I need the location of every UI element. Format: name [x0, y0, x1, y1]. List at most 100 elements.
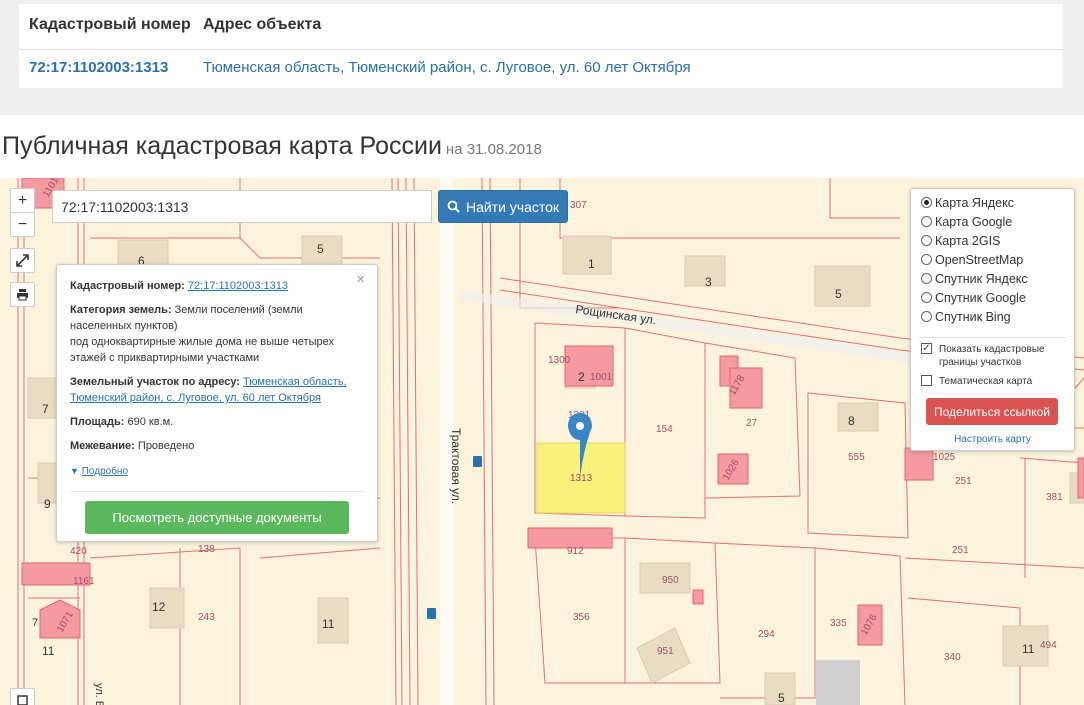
- layer-option-label: Спутник Google: [935, 290, 1026, 305]
- label-parcel-243: 243: [198, 612, 215, 623]
- layer-option-osm[interactable]: OpenStreetMap: [921, 251, 1023, 268]
- cadastral-map[interactable]: Рощинская ул. Трактовая ул. ул. Б 1 3 5 …: [0, 178, 1084, 705]
- label-parcel-1313: 1313: [570, 473, 593, 484]
- label-parcel-494: 494: [1040, 640, 1057, 651]
- label-house-2: 2: [578, 370, 585, 384]
- label-parcel-251a: 251: [955, 476, 972, 487]
- layer-option-2gis-map[interactable]: Карта 2GIS: [921, 232, 1000, 249]
- cadastral-search-input[interactable]: [52, 190, 432, 223]
- header-address: Адрес объекта: [203, 16, 322, 33]
- popup-address: Земельный участок по адресу: Тюменская о…: [70, 374, 365, 406]
- layer-option-google-satellite[interactable]: Спутник Google: [921, 289, 1026, 306]
- expand-icon: [16, 254, 29, 267]
- label-street-bottom: ул. Б: [93, 683, 105, 705]
- popup-more-link[interactable]: ▼ Подробно: [70, 463, 365, 480]
- print-button[interactable]: [10, 282, 35, 307]
- label-house-3: 3: [705, 275, 712, 289]
- find-parcel-button[interactable]: Найти участок: [438, 190, 568, 223]
- layer-option-label: Спутник Яндекс: [935, 271, 1028, 286]
- radio-selected-icon: [921, 197, 932, 208]
- header-cadastral-number: Кадастровый номер: [29, 16, 191, 33]
- label-parcel-154: 154: [656, 424, 673, 435]
- label-house-1: 1: [588, 257, 595, 271]
- page-title-text: Публичная кадастровая карта России: [2, 132, 442, 160]
- label-parcel-951: 951: [657, 646, 674, 657]
- configure-map-link[interactable]: Настроить карту: [911, 434, 1074, 445]
- checkbox-checked-icon: ✓: [921, 343, 932, 354]
- result-address-link[interactable]: Тюменская область, Тюменский район, с. Л…: [203, 59, 691, 76]
- radio-icon: [921, 292, 932, 303]
- printer-icon: [17, 289, 28, 301]
- label-parcel-138: 138: [198, 544, 215, 555]
- search-icon: [447, 200, 460, 213]
- map-layers-panel: Карта Яндекс Карта Google Карта 2GIS Ope…: [910, 188, 1075, 451]
- parcel-info-popup: × Кадастровый номер: 72:17:1102003:1313 …: [56, 264, 378, 542]
- radio-icon: [921, 311, 932, 322]
- label-house-7a: 7: [42, 402, 49, 416]
- popup-area-value: 690 кв.м.: [127, 416, 174, 428]
- show-borders-checkbox[interactable]: ✓ Показать кадастровые границы участков: [921, 343, 1061, 369]
- checkbox-icon: [921, 375, 932, 386]
- layer-option-google-map[interactable]: Карта Google: [921, 213, 1012, 230]
- zoom-out-button[interactable]: −: [10, 212, 35, 237]
- show-borders-label: Показать кадастровые границы участков: [939, 344, 1045, 368]
- results-area: Кадастровый номер Адрес объекта 72:17:11…: [0, 0, 1084, 115]
- popup-category: Категория земель: Земли поселений (земли…: [70, 302, 365, 366]
- share-link-button[interactable]: Поделиться ссылкой: [926, 398, 1058, 425]
- label-house-11b: 11: [322, 617, 335, 631]
- square-icon: [17, 695, 28, 705]
- layers-divider: [919, 337, 1066, 338]
- label-house-11a: 11: [42, 644, 55, 658]
- popup-area: Площадь: 690 кв.м.: [70, 414, 365, 430]
- label-parcel-420: 420: [70, 546, 87, 557]
- label-parcel-356: 356: [573, 612, 590, 623]
- label-house-8: 8: [848, 414, 855, 428]
- popup-more-label: Подробно: [81, 466, 129, 477]
- label-house-5c: 5: [778, 691, 785, 705]
- find-parcel-label: Найти участок: [465, 198, 560, 215]
- results-table: Кадастровый номер Адрес объекта 72:17:11…: [19, 4, 1063, 88]
- fullscreen-button[interactable]: [10, 248, 35, 273]
- popup-category-label: Категория земель:: [70, 304, 172, 316]
- label-house-12: 12: [152, 600, 166, 614]
- label-parcel-335: 335: [830, 618, 847, 629]
- label-roshchinskaya: Рощинская ул.: [575, 302, 658, 327]
- label-parcel-251b: 251: [952, 545, 969, 556]
- label-parcel-1161: 1161: [73, 576, 95, 587]
- popup-survey-value: Проведено: [137, 440, 195, 452]
- label-parcel-950: 950: [662, 575, 679, 586]
- zoom-in-button[interactable]: +: [10, 188, 35, 213]
- layer-option-label: OpenStreetMap: [935, 252, 1024, 267]
- label-parcel-27: 27: [746, 418, 758, 429]
- thematic-map-label: Тематическая карта: [939, 376, 1033, 387]
- popup-cadastral: Кадастровый номер: 72:17:1102003:1313: [70, 278, 365, 294]
- page-date: на 31.08.2018: [445, 141, 542, 158]
- label-parcel-1025: 1025: [933, 452, 956, 463]
- thematic-map-checkbox[interactable]: Тематическая карта: [921, 375, 1032, 388]
- label-house-9: 9: [44, 497, 51, 511]
- popup-survey: Межевание: Проведено: [70, 438, 365, 454]
- label-house-11c: 11: [1022, 642, 1035, 656]
- radio-icon: [921, 254, 932, 265]
- result-cadastral-link[interactable]: 72:17:1102003:1313: [29, 59, 168, 76]
- view-documents-button[interactable]: Посмотреть доступные документы: [85, 501, 349, 534]
- label-parcel-307: 307: [570, 200, 587, 211]
- label-parcel-294: 294: [758, 629, 775, 640]
- layers-toggle-button[interactable]: [10, 688, 35, 705]
- popup-area-label: Площадь:: [70, 416, 125, 428]
- popup-cadastral-link[interactable]: 72:17:1102003:1313: [188, 280, 288, 292]
- label-house-7b: 7: [32, 617, 38, 629]
- label-parcel-912: 912: [567, 546, 584, 557]
- layer-option-label: Карта Google: [935, 214, 1013, 229]
- layer-option-yandex-map[interactable]: Карта Яндекс: [921, 194, 1014, 211]
- layer-option-yandex-satellite[interactable]: Спутник Яндекс: [921, 270, 1028, 287]
- label-parcel-381: 381: [1046, 492, 1063, 503]
- caret-down-icon: ▼: [70, 466, 79, 476]
- radio-icon: [921, 216, 932, 227]
- layer-option-bing-satellite[interactable]: Спутник Bing: [921, 308, 1011, 325]
- label-parcel-1001: 1001: [590, 372, 613, 383]
- layer-option-label: Спутник Bing: [935, 309, 1011, 324]
- page-title: Публичная кадастровая карта России на 31.…: [2, 132, 542, 161]
- table-divider: [19, 49, 1063, 50]
- label-parcel-1300: 1300: [548, 355, 571, 366]
